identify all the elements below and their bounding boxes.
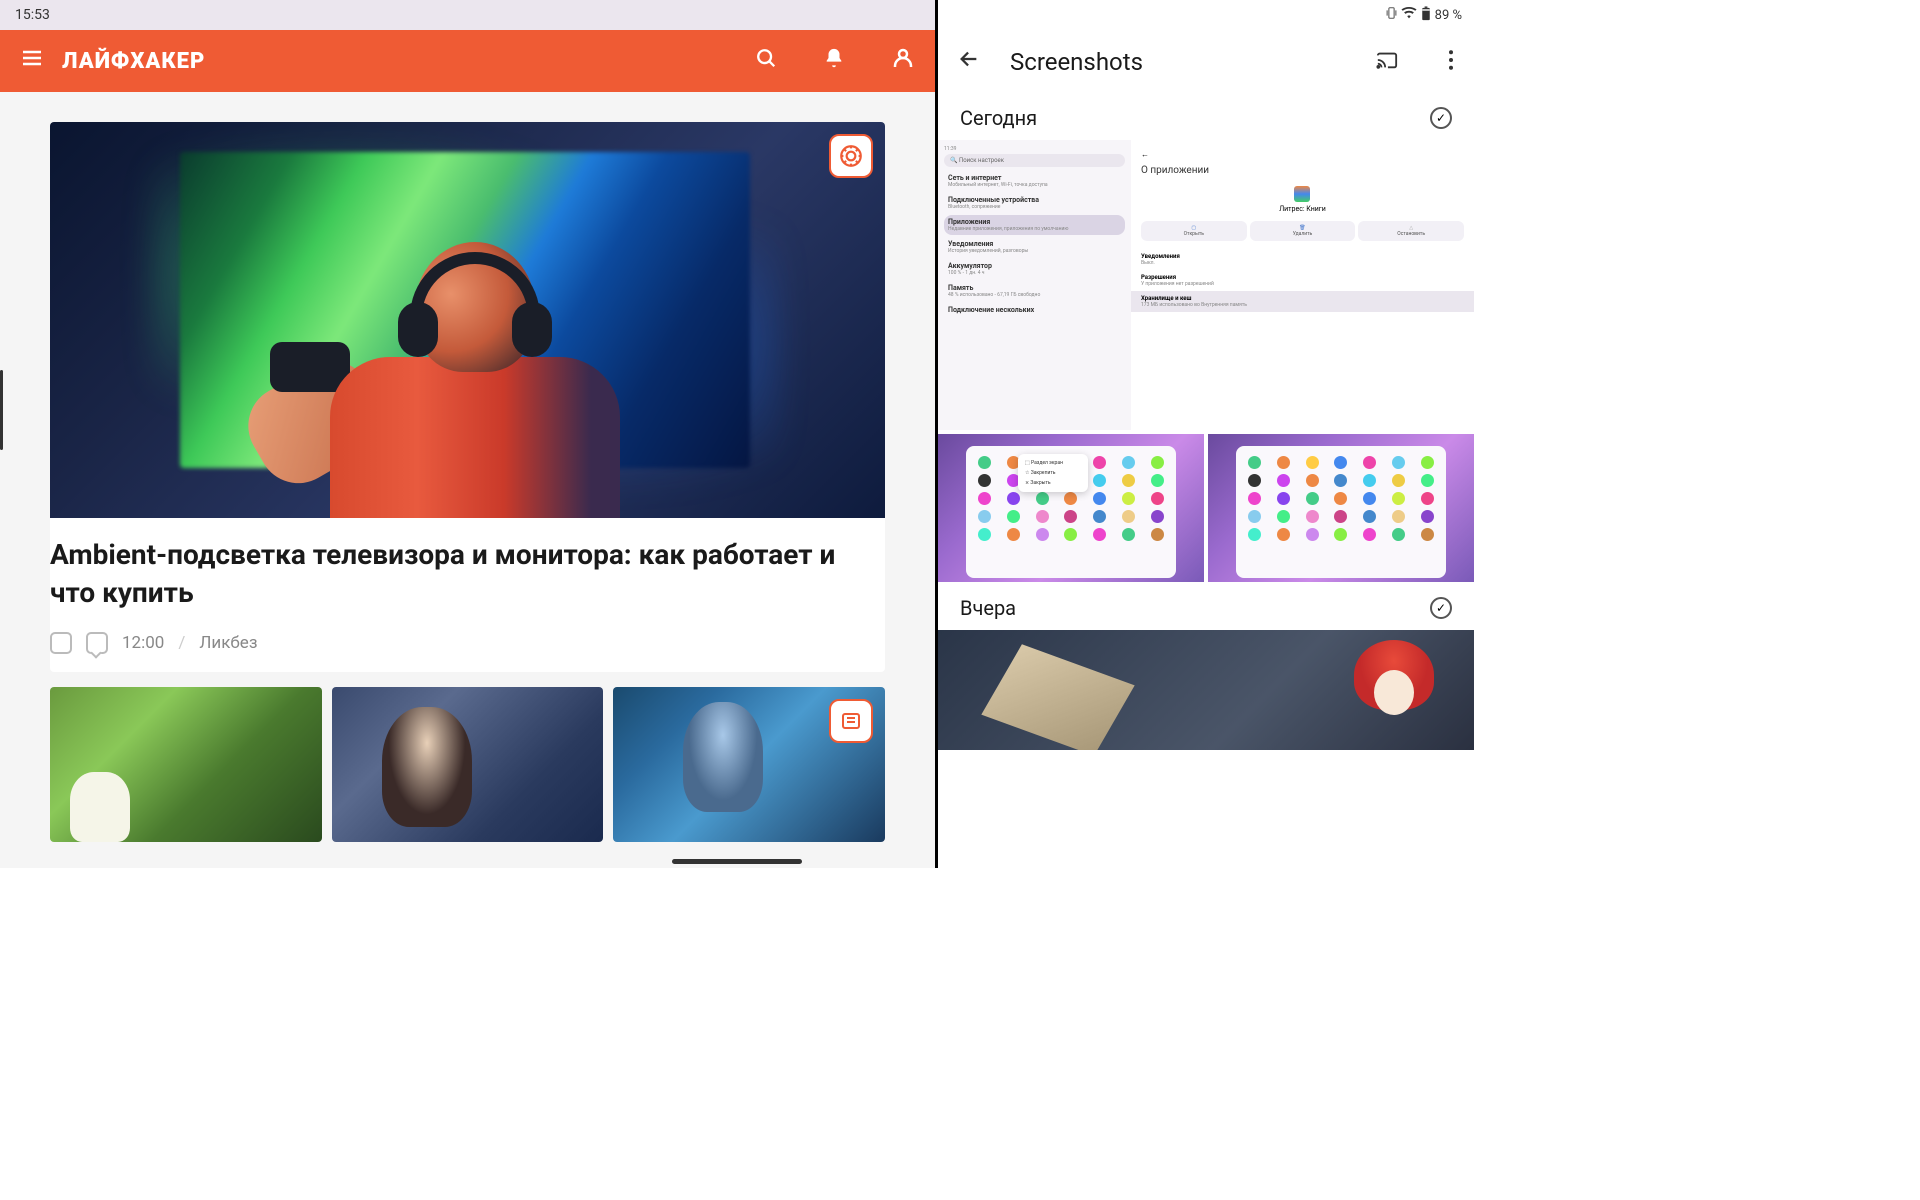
thumb-1[interactable] bbox=[50, 687, 322, 842]
screenshot-thumb-apps-2[interactable] bbox=[1208, 434, 1474, 582]
left-app-lifehacker: 15:53 ЛАЙФХАКЕР bbox=[0, 0, 935, 868]
right-app-photos: 89 % Screenshots Сегодня ✓ 11:39 bbox=[935, 0, 1474, 868]
profile-icon[interactable] bbox=[891, 46, 915, 76]
article-card[interactable]: Ambient-подсветка телевизора и монитора:… bbox=[50, 122, 885, 672]
screenshot-thumb-settings[interactable]: 11:39 🔍 Поиск настроек Сеть и интернетМо… bbox=[938, 140, 1474, 430]
more-icon[interactable] bbox=[1448, 50, 1454, 75]
bookmark-icon[interactable] bbox=[50, 632, 72, 654]
thumb-2[interactable] bbox=[332, 687, 604, 842]
vibrate-icon bbox=[1386, 6, 1397, 24]
status-bar-left: 15:53 bbox=[0, 0, 935, 30]
screenshot-thumb-apps-1[interactable]: ⬚ Раздел экран ☆ Закрепить ⨯ Закрыть bbox=[938, 434, 1204, 582]
article-hero-image[interactable] bbox=[50, 122, 885, 518]
wifi-icon bbox=[1401, 6, 1417, 24]
category-badge-icon[interactable] bbox=[829, 134, 873, 178]
album-title: Screenshots bbox=[1010, 48, 1326, 76]
status-bar-right: 89 % bbox=[938, 0, 1474, 30]
battery-icon bbox=[1421, 6, 1431, 25]
battery-text: 89 % bbox=[1435, 8, 1462, 23]
article-category[interactable]: Ликбез bbox=[199, 633, 257, 653]
section-today-label: Сегодня bbox=[960, 106, 1037, 130]
search-icon[interactable] bbox=[755, 47, 777, 75]
select-all-today-icon[interactable]: ✓ bbox=[1430, 107, 1452, 129]
meta-divider: / bbox=[178, 633, 185, 653]
logo[interactable]: ЛАЙФХАКЕР bbox=[62, 49, 205, 74]
article-meta: 12:00 / Ликбез bbox=[50, 612, 885, 672]
category-badge-news-icon[interactable] bbox=[829, 699, 873, 743]
bell-icon[interactable] bbox=[823, 47, 845, 75]
article-title[interactable]: Ambient-подсветка телевизора и монитора:… bbox=[50, 518, 885, 612]
section-yesterday-label: Вчера bbox=[960, 596, 1016, 620]
screenshot-thumb-anime[interactable] bbox=[938, 630, 1474, 750]
section-yesterday: Вчера ✓ bbox=[938, 584, 1474, 628]
content-area[interactable]: Ambient-подсветка телевизора и монитора:… bbox=[0, 92, 935, 868]
status-time: 15:53 bbox=[15, 7, 50, 23]
home-indicator[interactable] bbox=[672, 859, 802, 864]
section-today: Сегодня ✓ bbox=[938, 94, 1474, 138]
select-all-yesterday-icon[interactable]: ✓ bbox=[1430, 597, 1452, 619]
article-thumbs-row bbox=[50, 687, 885, 842]
menu-icon[interactable] bbox=[20, 46, 44, 76]
article-time: 12:00 bbox=[122, 633, 164, 653]
thumb-3[interactable] bbox=[613, 687, 885, 842]
cast-icon[interactable] bbox=[1376, 50, 1398, 75]
comment-icon[interactable] bbox=[86, 632, 108, 654]
back-icon[interactable] bbox=[958, 48, 980, 76]
app-header: ЛАЙФХАКЕР bbox=[0, 30, 935, 92]
photos-header: Screenshots bbox=[938, 30, 1474, 94]
